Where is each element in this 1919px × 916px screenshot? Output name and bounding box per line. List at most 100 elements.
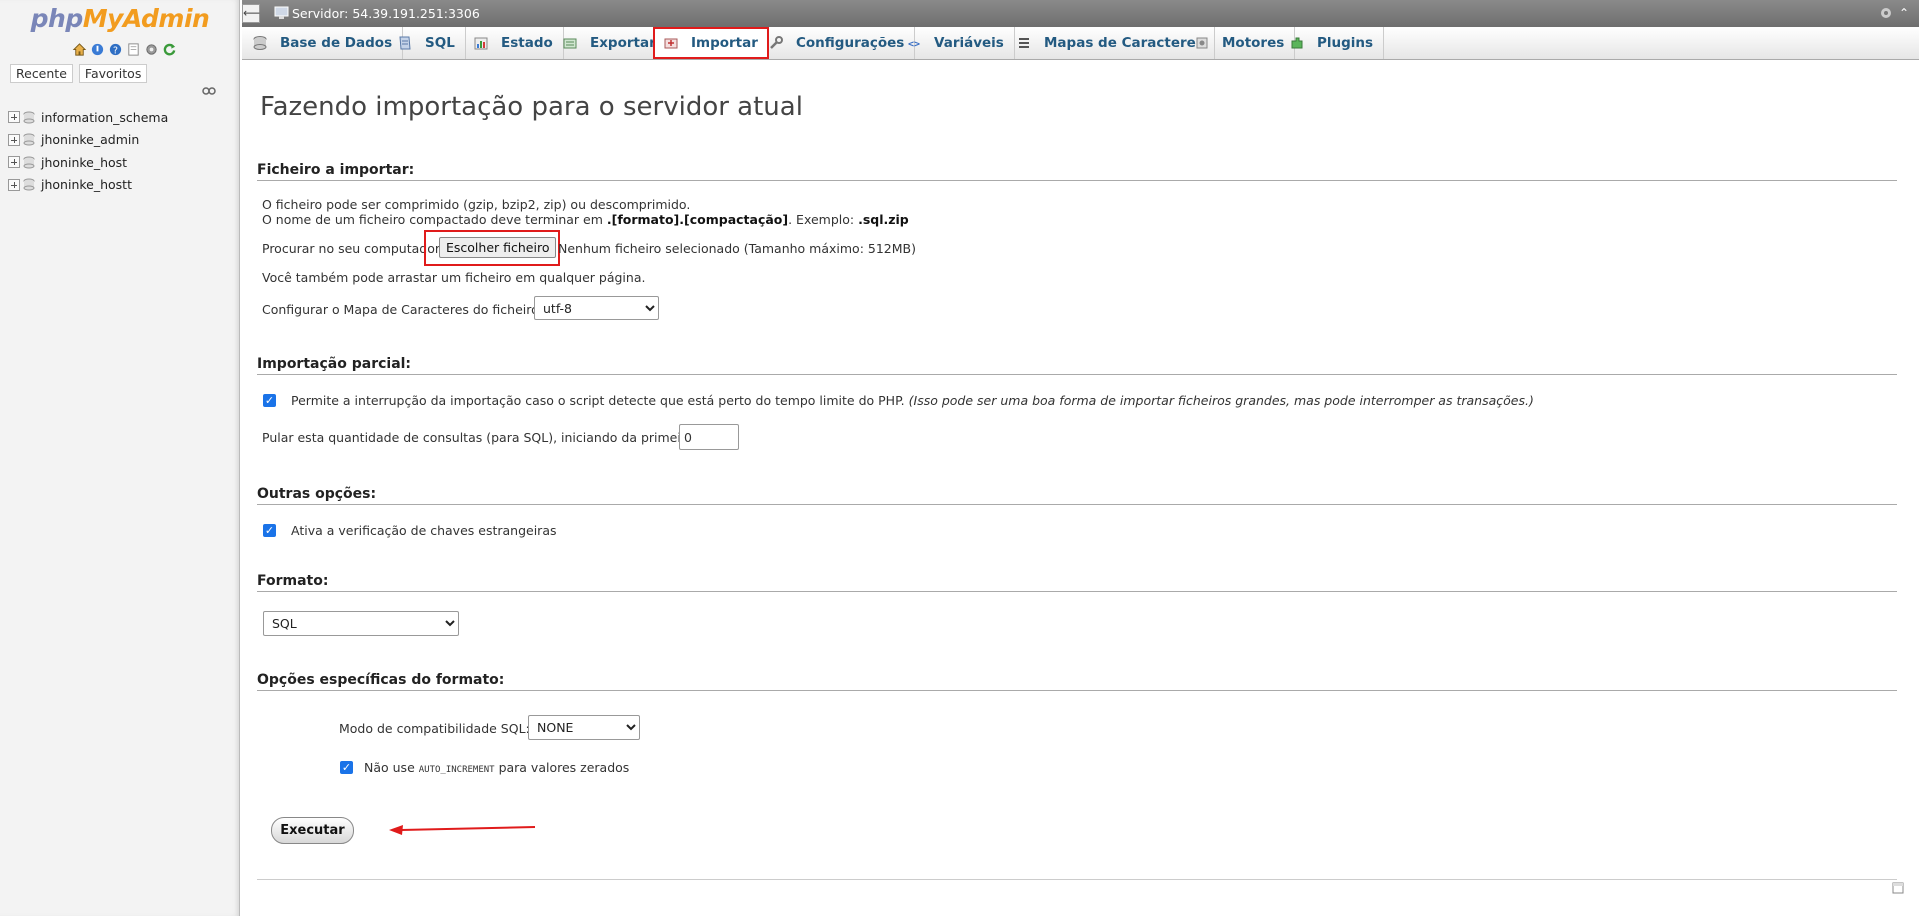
auto-increment-code: AUTO_INCREMENT [418,765,495,775]
settings-gear-icon[interactable] [144,42,159,57]
wrench-icon [770,36,783,49]
tab-settings[interactable]: Configurações [758,27,916,59]
collapse-up-icon[interactable]: ⌃ [1899,5,1911,21]
execute-button[interactable]: Executar [271,817,354,844]
choose-file-button[interactable]: Escolher ficheiro [439,237,557,258]
allow-interrupt-label: Permite a interrupção da importação caso… [291,393,1534,408]
recent-tab[interactable]: Recente [10,64,73,83]
database-item[interactable]: jhoninke_host [8,151,168,174]
expand-icon[interactable] [8,111,20,124]
red-arrow-annotation [389,825,536,835]
tab-label: Plugins [1317,35,1374,51]
example-value: .sql.zip [858,212,909,227]
server-label[interactable]: Servidor: 54.39.191.251:3306 [292,6,480,21]
nav-icon-bar: ? [72,42,177,57]
database-name: jhoninke_hostt [41,177,132,193]
tab-plugins[interactable]: Plugins [1279,27,1385,59]
bottom-divider [257,879,1897,880]
expand-icon[interactable] [8,156,20,169]
import-icon [664,38,678,49]
compression-info: O ficheiro pode ser comprimido (gzip, bz… [262,197,691,212]
plugin-icon [1291,37,1303,49]
logo-php: php [30,4,84,33]
help-icon[interactable]: ? [108,42,123,57]
compat-mode-label: Modo de compatibilidade SQL: [339,721,530,736]
tab-export[interactable]: Exportar [552,27,667,59]
phpmyadmin-logo[interactable]: phpMyAdmin [0,4,240,33]
console-icon[interactable] [1892,882,1904,894]
database-item[interactable]: information_schema [8,106,168,129]
compat-mode-select[interactable]: NONE [528,715,640,740]
partial-import-title: Importação parcial: [257,356,1897,375]
no-auto-value-suffix: para valores zerados [494,760,630,775]
home-icon[interactable] [72,42,87,57]
tab-sql[interactable]: SQL [387,27,466,59]
skip-queries-label: Pular esta quantidade de consultas (para… [262,430,698,445]
server-icon [274,6,289,19]
charset-icon [1019,38,1029,48]
format-options-title: Opções específicas do formato: [257,672,1897,691]
no-auto-value-text: Não use [364,760,419,775]
filename-info-text: O nome de um ficheiro compactado deve te… [262,212,607,227]
no-file-selected: Nenhum ficheiro selecionado (Tamanho máx… [558,241,916,256]
page-settings-icon[interactable] [1879,6,1893,20]
database-icon [23,156,35,169]
collapse-nav-button[interactable]: ⟵ [242,4,260,23]
tab-label: SQL [425,35,455,51]
tab-status[interactable]: Estado [463,27,564,59]
database-item[interactable]: jhoninke_admin [8,129,168,152]
no-auto-value-label: Não use AUTO_INCREMENT para valores zera… [364,760,629,775]
database-icon [23,178,35,191]
navigation-panel: phpMyAdmin ? Recente Favoritos informati… [0,0,240,916]
logout-icon[interactable] [90,42,105,57]
database-name: jhoninke_host [41,154,128,170]
skip-queries-input[interactable] [679,424,739,450]
tab-variables[interactable]: <> Variáveis [896,27,1015,59]
sql-icon [399,36,411,50]
tab-label: Motores [1222,35,1285,51]
database-item[interactable]: jhoninke_hostt [8,174,168,197]
nav-tabs: Recente Favoritos [10,64,148,83]
format-title: Formato: [257,573,1897,592]
database-name: information_schema [41,109,169,125]
tab-label: Base de Dados [280,35,393,51]
file-section-title: Ficheiro a importar: [257,162,1897,181]
database-icon [253,36,267,50]
filename-info: O nome de um ficheiro compactado deve te… [262,212,909,227]
database-tree: information_schema jhoninke_admin jhonin… [8,106,168,196]
export-icon [563,38,577,49]
format-select[interactable]: SQL [263,611,459,636]
tab-databases[interactable]: Base de Dados [242,27,404,59]
browse-label: Procurar no seu computador: [262,241,445,256]
tab-label: Importar [691,35,758,51]
filename-format: .[formato].[compactação] [606,212,789,227]
logo-myadmin: MyAdmin [82,4,210,33]
charset-label: Configurar o Mapa de Caracteres do fiche… [262,302,543,317]
variables-icon: <> [908,39,920,50]
example-label: . Exemplo: [788,212,859,227]
link-with-main-icon[interactable] [202,86,216,96]
reload-icon[interactable] [162,42,177,57]
allow-interrupt-note: (Isso pode ser uma boa forma de importar… [908,393,1534,408]
database-icon [23,133,35,146]
foreign-key-checkbox[interactable]: ✓ [263,524,276,537]
tab-label: Mapas de Caracteres [1044,35,1204,51]
tab-label: Configurações [796,35,905,51]
server-breadcrumb-bar: ⟵ Servidor: 54.39.191.251:3306 ⌃ [242,0,1919,27]
charset-select[interactable]: utf-8 [534,296,659,320]
allow-interrupt-checkbox[interactable]: ✓ [263,394,276,407]
no-auto-value-checkbox[interactable]: ✓ [340,761,353,774]
database-icon [23,111,35,124]
engine-icon [1196,37,1208,49]
main-content: Fazendo importação para o servidor atual… [242,60,1919,916]
expand-icon[interactable] [8,178,20,191]
tab-label: Variáveis [934,35,1004,51]
favorites-tab[interactable]: Favoritos [78,64,148,83]
documentation-icon[interactable] [126,42,141,57]
status-icon [474,37,488,50]
svg-text:<>: <> [908,39,920,50]
tab-label: Exportar [590,35,656,51]
expand-icon[interactable] [8,133,20,146]
tab-import[interactable]: Importar [653,27,769,59]
drag-hint: Você também pode arrastar um ficheiro em… [262,270,646,285]
